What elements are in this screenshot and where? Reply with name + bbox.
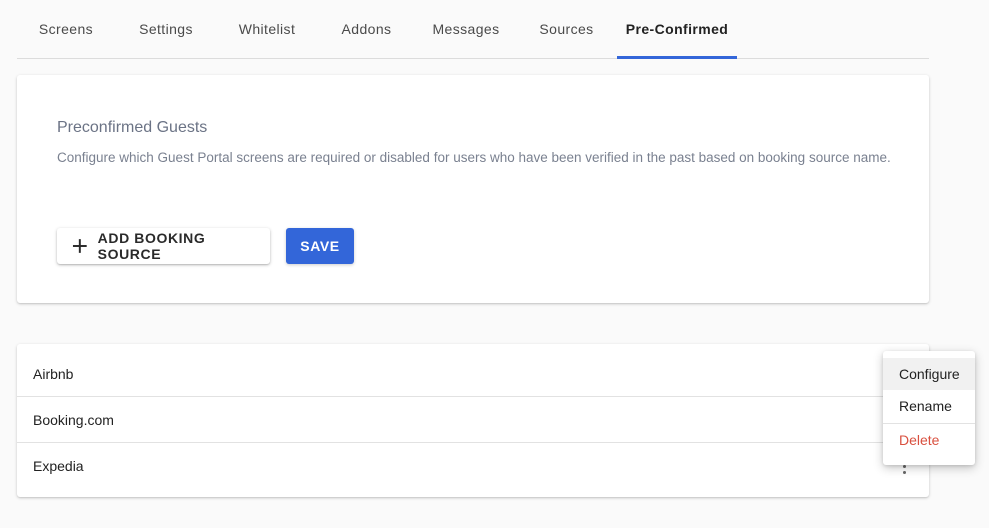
list-item[interactable]: Airbnb <box>17 351 929 397</box>
card-description: Configure which Guest Portal screens are… <box>57 150 891 165</box>
tab-messages[interactable]: Messages <box>421 0 511 58</box>
plus-icon <box>72 239 87 253</box>
source-name: Airbnb <box>33 365 74 382</box>
tab-screens[interactable]: Screens <box>24 0 108 58</box>
add-booking-source-label: ADD BOOKING SOURCE <box>97 230 206 262</box>
source-name: Expedia <box>33 458 84 474</box>
list-item[interactable]: Expedia <box>17 443 929 489</box>
preconfirmed-card: Preconfirmed Guests Configure which Gues… <box>17 75 929 303</box>
tab-bar: Screens Settings Whitelist Addons Messag… <box>17 0 929 59</box>
context-menu: Configure Rename Delete <box>883 351 975 465</box>
add-booking-source-button[interactable]: ADD BOOKING SOURCE <box>57 228 270 264</box>
booking-source-list: Airbnb Booking.com Expedia <box>17 344 929 497</box>
tab-settings[interactable]: Settings <box>125 0 207 58</box>
menu-item-delete[interactable]: Delete <box>883 424 975 456</box>
tab-whitelist[interactable]: Whitelist <box>224 0 310 58</box>
card-title: Preconfirmed Guests <box>57 119 208 136</box>
source-name: Booking.com <box>33 411 114 428</box>
menu-item-configure[interactable]: Configure <box>883 358 975 390</box>
tab-sources[interactable]: Sources <box>527 0 606 58</box>
list-item[interactable]: Booking.com <box>17 397 929 443</box>
save-button[interactable]: SAVE <box>286 228 354 264</box>
page: Screens Settings Whitelist Addons Messag… <box>0 0 989 528</box>
tab-pre-confirmed[interactable]: Pre-Confirmed <box>617 0 737 59</box>
menu-item-rename[interactable]: Rename <box>883 390 975 422</box>
tab-addons[interactable]: Addons <box>327 0 406 58</box>
